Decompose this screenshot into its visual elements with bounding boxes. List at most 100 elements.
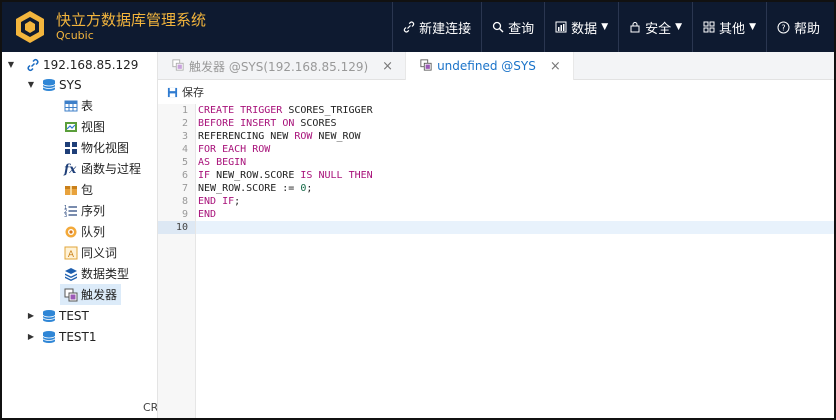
link-icon	[26, 58, 40, 72]
tree-item-label: 包	[81, 183, 94, 197]
schema-label: TEST	[59, 308, 89, 323]
tree-item-view[interactable]: 视图	[64, 116, 105, 137]
expand-arrow-icon[interactable]: ▶	[26, 332, 36, 341]
code-line: REFERENCING NEW ROW NEW_ROW	[198, 131, 361, 142]
tree-item-label: 同义词	[81, 246, 118, 260]
tree-item-label: 函数与过程	[81, 162, 142, 176]
code-line: IF NEW_ROW.SCORE IS NULL THEN	[198, 170, 373, 181]
trigger-icon	[172, 58, 184, 74]
tab-trigger-list[interactable]: 触发器 @SYS(192.168.85.129) ×	[158, 52, 407, 80]
svg-text:A: A	[68, 250, 75, 260]
security-menu[interactable]: 安全 ▼	[618, 2, 692, 52]
main-panel: 触发器 @SYS(192.168.85.129) × undefined @SY…	[158, 52, 834, 418]
tree-connection-node[interactable]: ▼ 192.168.85.129	[6, 54, 139, 75]
other-label: 其他	[719, 21, 746, 37]
app-subtitle: Qcubic	[56, 29, 94, 42]
tree-item-trigger[interactable]: 触发器	[60, 284, 122, 305]
database-icon	[42, 330, 56, 344]
tree-item-label: 序列	[81, 204, 106, 218]
help-button[interactable]: ? 帮助	[765, 2, 834, 52]
expand-arrow-icon[interactable]: ▼	[26, 80, 36, 89]
chart-icon	[555, 21, 567, 33]
active-line-highlight	[158, 221, 834, 234]
close-icon[interactable]: ×	[382, 59, 393, 74]
sequence-icon: 123	[64, 204, 78, 219]
save-button[interactable]: 保存	[182, 84, 204, 100]
expand-arrow-icon[interactable]: ▼	[6, 60, 16, 69]
query-label: 查询	[508, 21, 535, 37]
line-number: 2	[181, 118, 188, 129]
tab-bar: 触发器 @SYS(192.168.85.129) × undefined @SY…	[158, 52, 834, 80]
line-number: 4	[181, 144, 188, 155]
connection-label: 192.168.85.129	[43, 57, 139, 72]
line-number: 1	[181, 105, 188, 116]
tree-item-sequence[interactable]: 123 序列	[64, 200, 105, 221]
app-window: 快立方数据库管理系统 Qcubic 新建连接 查询 数据 ▼ 安全 ▼ 其他 ▼…	[0, 0, 836, 420]
brand: 快立方数据库管理系统 Qcubic	[56, 11, 206, 43]
new-connection-label: 新建连接	[419, 21, 472, 37]
tree-item-label: 视图	[81, 120, 106, 134]
query-button[interactable]: 查询	[481, 2, 544, 52]
editor-toolbar: 保存	[158, 80, 834, 104]
caret-down-icon: ▼	[749, 22, 756, 32]
line-number: 7	[181, 183, 188, 194]
tree-item-materialized-view[interactable]: 物化视图	[64, 137, 129, 158]
code-line: CREATE TRIGGER SCORES_TRIGGER	[198, 105, 373, 116]
code-line: END IF;	[198, 196, 241, 207]
tree-schema-test[interactable]: ▶ TEST	[26, 305, 89, 326]
line-number: 6	[181, 170, 188, 181]
link-icon	[403, 21, 415, 33]
code-line: NEW_ROW.SCORE := 0;	[198, 183, 313, 194]
data-label: 数据	[571, 21, 598, 37]
database-icon	[42, 78, 56, 92]
tree-item-label: 物化视图	[81, 141, 130, 155]
top-nav: 新建连接 查询 数据 ▼ 安全 ▼ 其他 ▼ ? 帮助	[392, 2, 834, 52]
tree-item-functions[interactable]: fx 函数与过程	[64, 158, 141, 179]
tree-item-datatype[interactable]: 数据类型	[64, 263, 129, 284]
schema-label: SYS	[59, 77, 82, 92]
tab-label: 触发器 @SYS(192.168.85.129)	[189, 59, 369, 74]
datatype-icon	[64, 267, 78, 281]
save-icon	[167, 87, 178, 97]
schema-label: TEST1	[59, 329, 97, 344]
tree-item-synonym[interactable]: A 同义词	[64, 242, 117, 263]
sidebar-footer-text: CRE	[143, 401, 157, 414]
caret-down-icon: ▼	[601, 22, 609, 32]
other-menu[interactable]: 其他 ▼	[692, 2, 766, 52]
tree-item-table[interactable]: 表	[64, 95, 93, 116]
line-number: 10	[158, 221, 195, 234]
database-icon	[42, 309, 56, 323]
grid-icon	[703, 21, 715, 33]
sql-editor[interactable]: 1 2 3 4 5 6 7 8 9 10 CREATE TRIGGER SCOR…	[158, 104, 834, 418]
tree-schema-sys[interactable]: ▼ SYS	[26, 74, 82, 95]
code-line: END	[198, 209, 217, 220]
line-number: 5	[181, 157, 188, 168]
code-line: AS BEGIN	[198, 157, 247, 168]
tree-item-package[interactable]: 包	[64, 179, 93, 200]
new-connection-button[interactable]: 新建连接	[392, 2, 481, 52]
tree-schema-test1[interactable]: ▶ TEST1	[26, 326, 97, 347]
app-title: 快立方数据库管理系统	[56, 11, 207, 29]
code-line: BEFORE INSERT ON SCORES	[198, 118, 337, 129]
tree-item-label: 表	[81, 99, 94, 113]
qcubic-logo-icon	[12, 9, 48, 45]
search-icon	[493, 21, 504, 33]
tree-item-label: 数据类型	[81, 267, 130, 281]
expand-arrow-icon[interactable]: ▶	[26, 311, 36, 320]
line-number: 9	[181, 209, 188, 220]
line-number-gutter: 1 2 3 4 5 6 7 8 9 10	[158, 104, 196, 418]
tab-undefined-sys[interactable]: undefined @SYS ×	[406, 52, 574, 80]
svg-text:?: ?	[781, 23, 785, 32]
queue-icon	[64, 225, 78, 239]
line-number: 8	[181, 196, 188, 207]
help-label: 帮助	[793, 21, 820, 37]
trigger-icon	[64, 288, 78, 302]
data-menu[interactable]: 数据 ▼	[544, 2, 618, 52]
tab-label: undefined @SYS	[437, 59, 536, 73]
synonym-icon: A	[64, 246, 78, 260]
tree-item-queue[interactable]: 队列	[64, 221, 105, 242]
package-icon	[64, 183, 78, 197]
code-line: FOR EACH ROW	[198, 144, 271, 155]
materialized-view-icon	[64, 141, 78, 155]
close-icon[interactable]: ×	[550, 59, 561, 74]
